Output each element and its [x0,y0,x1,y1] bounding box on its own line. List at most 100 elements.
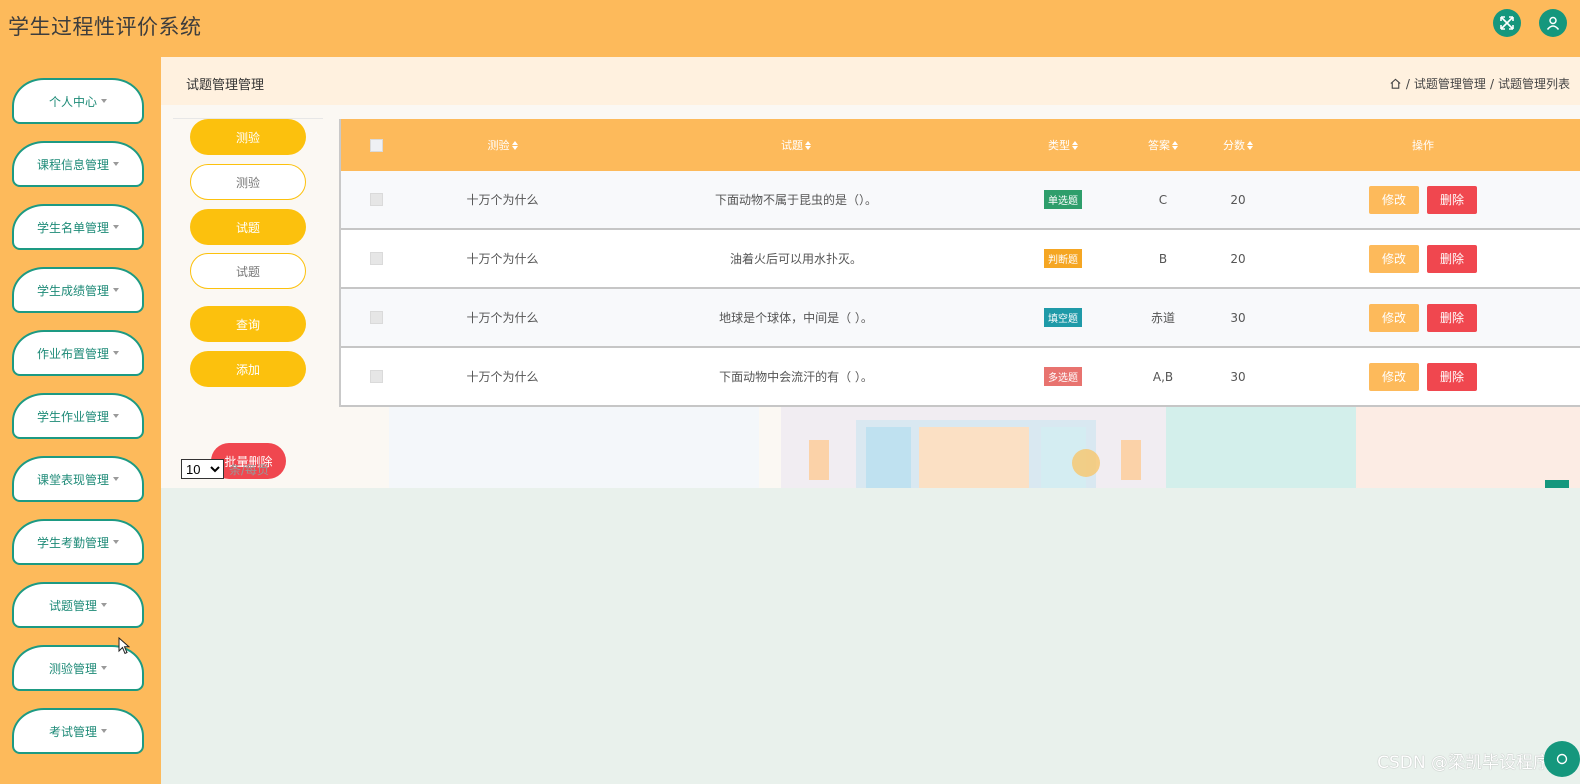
sidebar-item-personal-center[interactable]: 个人中心 [12,78,144,124]
question-cell: 地球是个球体，中间是（ ）。 [719,311,873,325]
sidebar-item-questions[interactable]: 试题管理 [12,582,144,628]
sort-icon [1247,140,1253,150]
chevron-down-icon [113,540,119,544]
page-size-select[interactable]: 10 [181,459,224,479]
question-search-input[interactable]: 试题 [190,253,306,289]
column-header-label: 操作 [1412,139,1434,152]
delete-button[interactable]: 删除 [1427,303,1477,332]
row-checkbox-cell [341,171,411,228]
edit-button[interactable]: 修改 [1369,362,1419,391]
quiz-cell: 十万个为什么 [466,252,539,266]
sidebar-item-class-performance[interactable]: 课堂表现管理 [12,456,144,502]
breadcrumb-separator: / [1405,76,1410,91]
breadcrumb-separator: / [1489,76,1494,91]
breadcrumb-level1[interactable]: 试题管理管理 [1414,75,1486,92]
table-header: 测验 试题 类型 答案 分数 操作 [341,119,1580,171]
quiz-cell: 十万个为什么 [466,193,539,207]
edit-button[interactable]: 修改 [1369,185,1419,214]
action-cell: 修改 删除 [1278,171,1568,228]
fullscreen-icon [1500,16,1514,30]
sidebar-item-label: 课堂表现管理 [36,472,109,487]
add-button[interactable]: 添加 [190,351,306,387]
quiz-cell: 十万个为什么 [466,311,539,325]
quiz-label: 测验 [190,119,306,155]
table-row: 十万个为什么 油着火后可以用水扑灭。 判断题 B 20 修改 删除 [341,230,1580,289]
action-cell: 修改 删除 [1278,230,1568,287]
breadcrumb: / 试题管理管理 / 试题管理列表 [1389,75,1570,92]
chevron-down-icon [101,729,107,733]
question-cell: 油着火后可以用水扑灭。 [729,252,862,266]
delete-button[interactable]: 删除 [1427,185,1477,214]
row-checkbox[interactable] [369,193,383,206]
row-checkbox[interactable] [369,311,383,324]
chevron-down-icon [113,414,119,418]
sidebar-item-course-info[interactable]: 课程信息管理 [12,141,144,187]
action-cell: 修改 删除 [1278,289,1568,346]
row-checkbox[interactable] [369,370,383,383]
column-header-type[interactable]: 类型 [998,119,1128,171]
select-all-checkbox[interactable] [369,138,383,152]
breadcrumb-level2: 试题管理列表 [1497,77,1570,91]
user-button[interactable] [1539,9,1567,37]
row-checkbox-cell [341,289,411,346]
page-title: 试题管理管理 [186,78,265,93]
type-cell: 单选题 [998,171,1128,228]
edit-button[interactable]: 修改 [1369,244,1419,273]
sort-icon [1072,140,1078,150]
content-panel: 测验 测验 试题 试题 查询 添加 批量删除 10 条/每页 测验 试题 类型 … [161,105,1580,488]
sidebar-item-homework-assign[interactable]: 作业布置管理 [12,330,144,376]
top-header: 学生过程性评价系统 [0,0,1580,57]
table-row: 十万个为什么 下面动物中会流汗的有（ ）。 多选题 A,B 30 修改 删除 [341,348,1580,407]
chevron-down-icon [113,225,119,229]
chat-icon [1556,753,1568,765]
type-cell: 多选题 [998,348,1128,405]
sidebar-item-attendance[interactable]: 学生考勤管理 [12,519,144,565]
chevron-down-icon [113,288,119,292]
edit-button[interactable]: 修改 [1369,303,1419,332]
column-header-quiz[interactable]: 测验 [411,119,594,171]
sidebar: 个人中心 课程信息管理 学生名单管理 学生成绩管理 作业布置管理 学生作业管理 … [0,57,161,784]
chevron-down-icon [113,477,119,481]
quiz-search-input[interactable]: 测验 [190,164,306,200]
type-badge: 判断题 [1044,249,1082,268]
column-header-answer[interactable]: 答案 [1128,119,1198,171]
column-header-label: 测验 [487,139,510,152]
home-icon[interactable] [1389,77,1402,90]
row-checkbox-cell [341,348,411,405]
chevron-down-icon [101,99,107,103]
sidebar-item-label: 学生作业管理 [36,409,109,424]
fullscreen-button[interactable] [1493,9,1521,37]
sidebar-item-exams[interactable]: 考试管理 [12,708,144,754]
score-cell: 30 [1230,310,1246,325]
pagination-page-button[interactable]: 1 [1545,480,1569,488]
chevron-down-icon [101,666,107,670]
query-button[interactable]: 查询 [190,306,306,342]
sidebar-item-student-grades[interactable]: 学生成绩管理 [12,267,144,313]
sidebar-item-label: 试题管理 [48,598,97,613]
row-checkbox[interactable] [369,252,383,265]
per-page-label: 条/每页 [229,463,270,477]
score-cell: 30 [1230,369,1246,384]
sidebar-item-label: 作业布置管理 [36,346,109,361]
questions-table: 测验 试题 类型 答案 分数 操作 十万个为什么 下面动物不属于昆虫的是（）。 … [339,119,1580,407]
sort-icon [1172,140,1178,150]
column-header-label: 答案 [1148,139,1170,152]
sidebar-item-label: 考试管理 [48,724,97,739]
column-header-question[interactable]: 试题 [594,119,998,171]
column-header-score[interactable]: 分数 [1198,119,1278,171]
type-cell: 填空题 [998,289,1128,346]
delete-button[interactable]: 删除 [1427,244,1477,273]
user-icon [1546,16,1560,30]
score-cell: 20 [1230,192,1246,207]
sidebar-item-student-homework[interactable]: 学生作业管理 [12,393,144,439]
quiz-cell: 十万个为什么 [466,370,539,384]
column-header-action: 操作 [1278,119,1568,171]
answer-cell: B [1158,251,1168,266]
sidebar-item-label: 学生考勤管理 [36,535,109,550]
delete-button[interactable]: 删除 [1427,362,1477,391]
question-cell: 下面动物不属于昆虫的是（）。 [714,193,877,207]
answer-cell: C [1158,192,1168,207]
floating-action-button[interactable] [1544,741,1580,777]
select-all-cell [341,119,411,171]
sidebar-item-student-list[interactable]: 学生名单管理 [12,204,144,250]
